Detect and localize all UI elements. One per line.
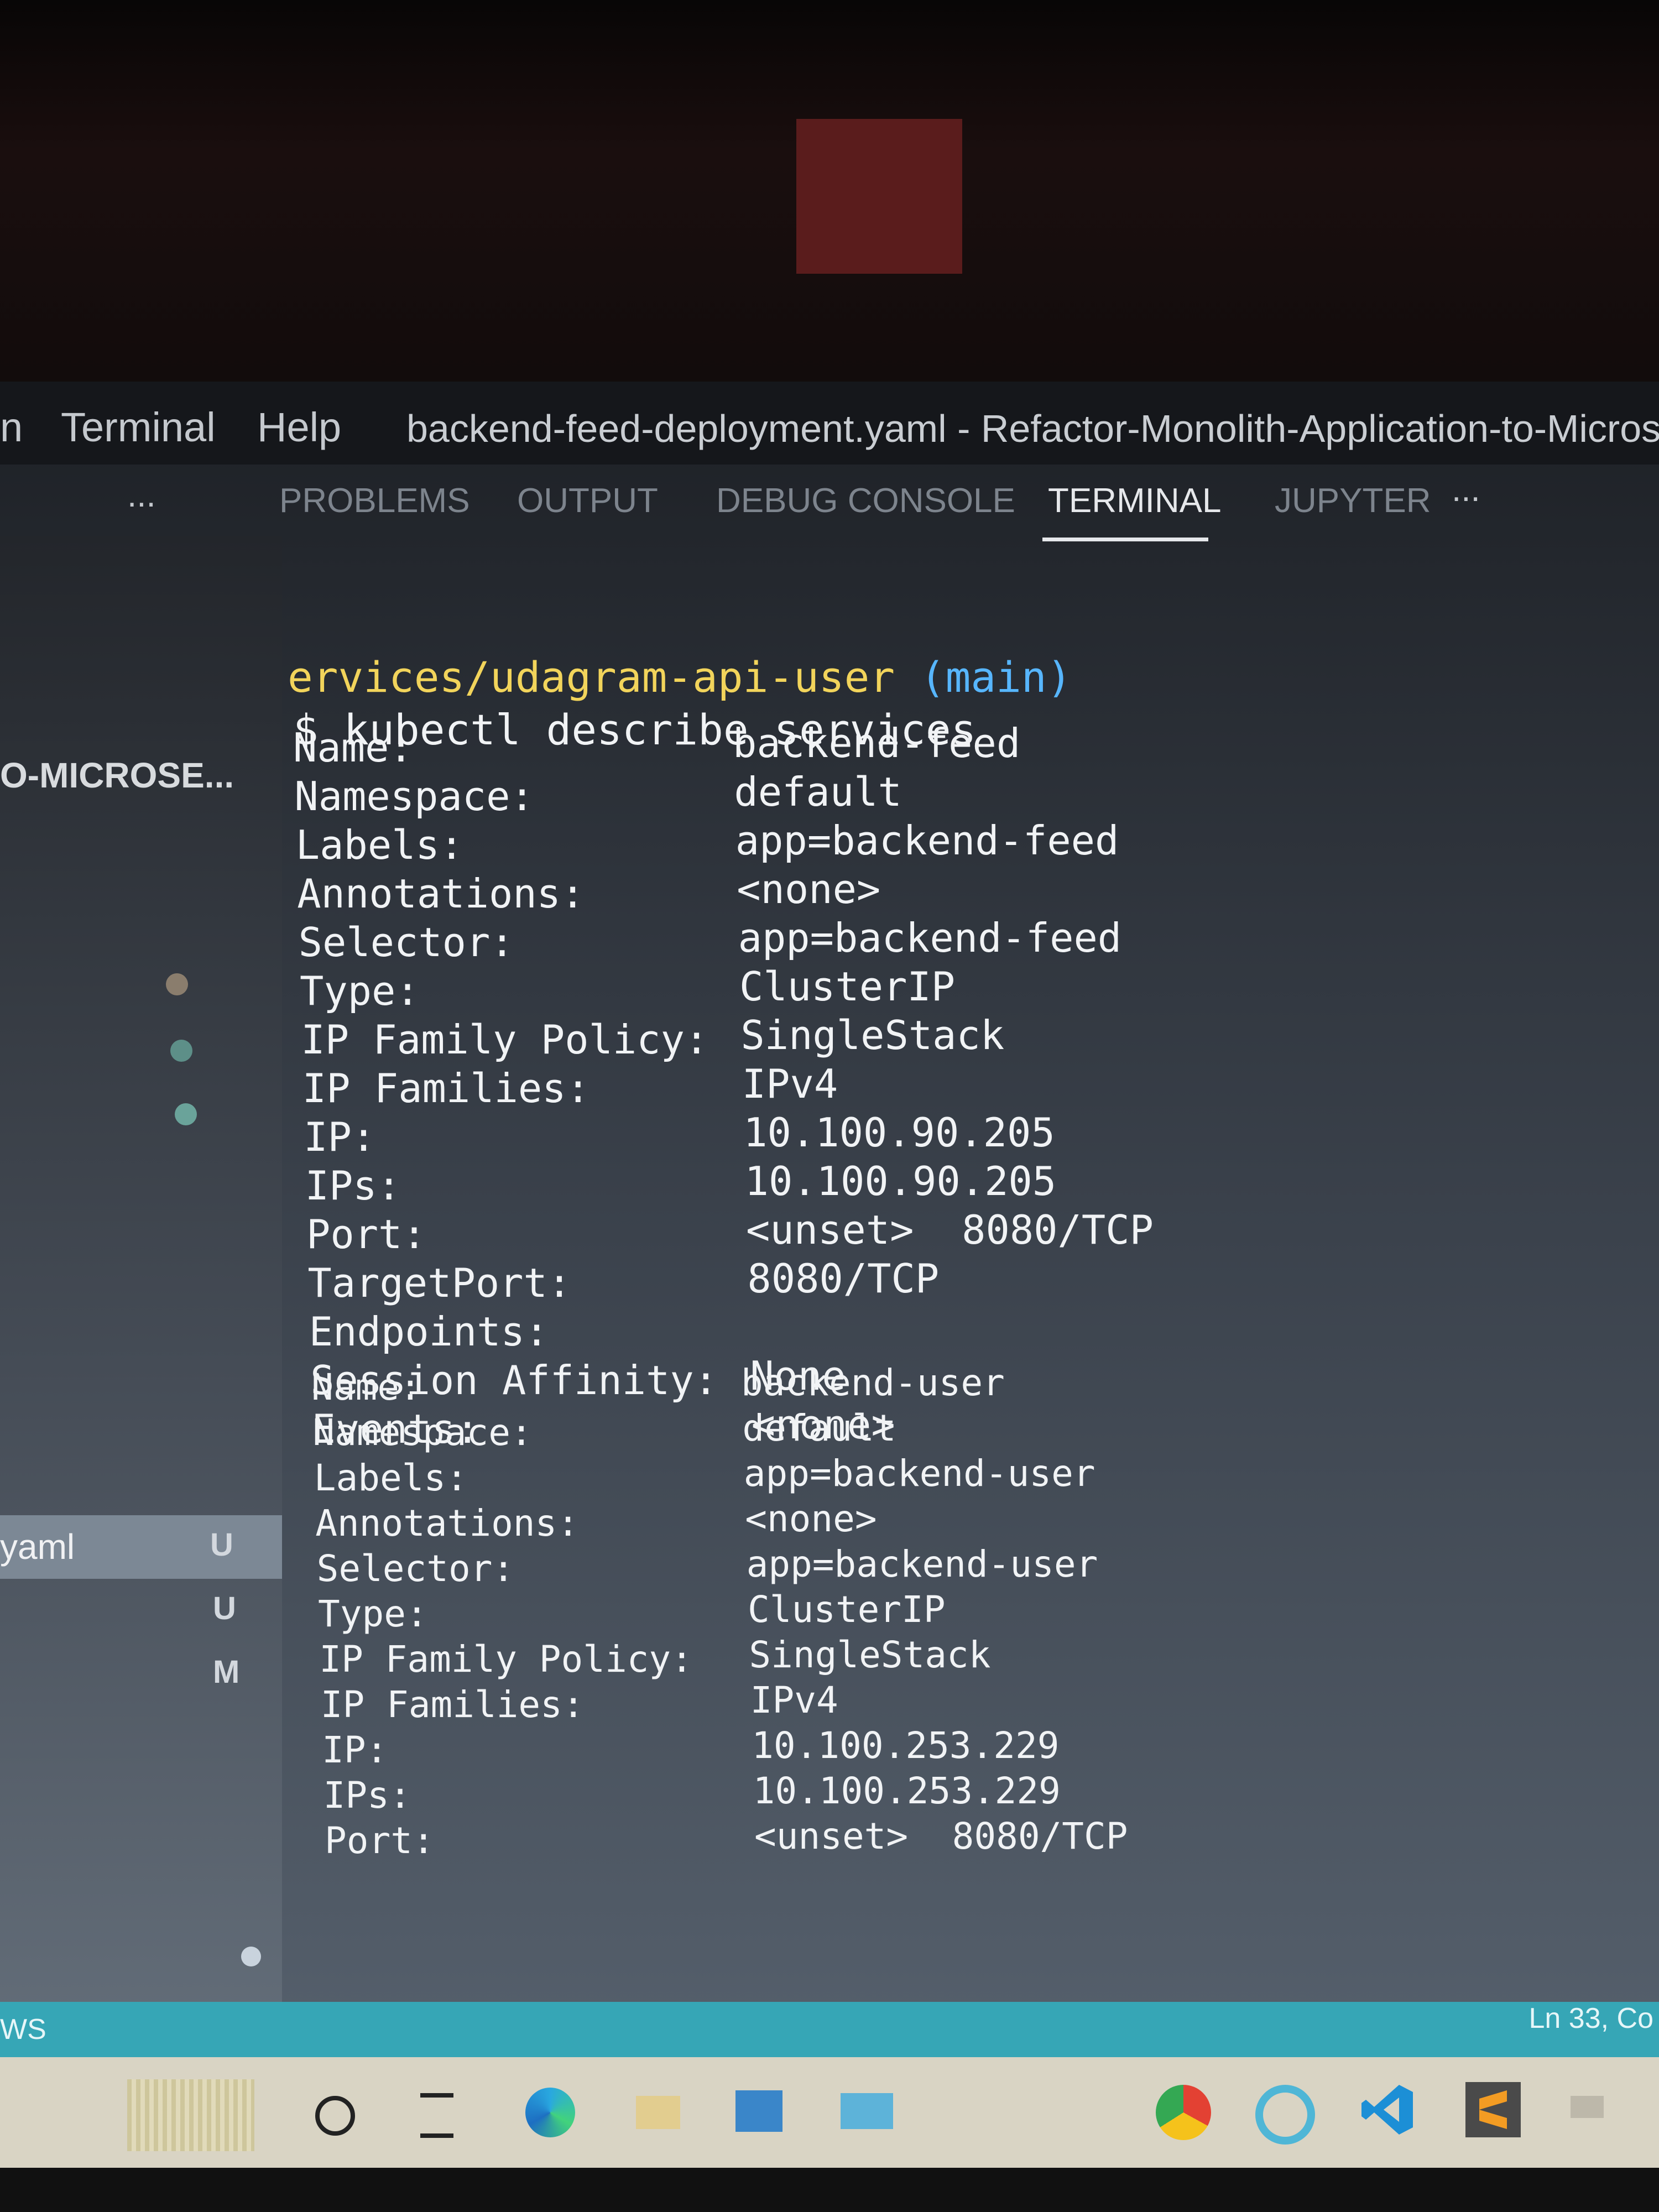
service-field-key: TargetPort: (307, 1260, 572, 1306)
service-field-value: <unset> 8080/TCP (754, 1815, 1128, 1858)
service-field-value: app=backend-feed (735, 817, 1119, 864)
panel-more-left-icon[interactable]: ... (127, 476, 156, 515)
service-field-key: Type: (300, 968, 420, 1014)
file-explorer-icon[interactable] (636, 2096, 680, 2129)
file-name: yaml (0, 1527, 75, 1567)
tab-debug-console[interactable]: DEBUG CONSOLE (716, 481, 1015, 520)
panel-tab-bar: ... PROBLEMS OUTPUT DEBUG CONSOLE TERMIN… (0, 465, 1659, 536)
edge-icon[interactable] (525, 2088, 575, 2137)
windows-taskbar (0, 2057, 1659, 2168)
service-field-key: Port: (306, 1211, 426, 1258)
service-field-key: IP: (322, 1729, 388, 1771)
service-field-value: IPv4 (750, 1679, 838, 1721)
service-field-key: Namespace: (312, 1411, 533, 1454)
service-field-value: 10.100.90.205 (743, 1109, 1055, 1156)
explorer-sidebar: O-MICROSE... yaml U U M (0, 536, 321, 2195)
git-status-dot (166, 973, 188, 995)
service-field-value: <none> (745, 1498, 877, 1540)
service-field-key: Selector: (316, 1547, 515, 1590)
service-field-key: Selector: (298, 919, 514, 966)
tab-terminal[interactable]: TERMINAL (1048, 481, 1221, 520)
tab-output[interactable]: OUTPUT (517, 481, 658, 520)
service-field-value: app=backend-user (743, 1452, 1095, 1495)
git-badge-untracked: U (210, 1527, 233, 1563)
menu-item-help[interactable]: Help (257, 404, 341, 451)
service-field-key: Annotations: (297, 870, 585, 917)
window-title: backend-feed-deployment.yaml - Refactor-… (406, 407, 1659, 450)
status-cursor-position[interactable]: Ln 33, Co (1529, 2002, 1654, 2035)
status-bar: WS Ln 33, Co (0, 2002, 1659, 2057)
service-field-key: IP Families: (320, 1683, 585, 1726)
service-field-value: SingleStack (749, 1634, 991, 1676)
photo-stage: n Terminal Help backend-feed-deployment.… (0, 0, 1659, 2212)
menu-bar: n Terminal Help backend-feed-deployment.… (0, 382, 1659, 465)
service-field-key: Annotations: (315, 1502, 580, 1545)
service-field-value: IPv4 (742, 1061, 838, 1107)
service-field-value: app=backend-feed (738, 915, 1122, 961)
service-field-key: Name: (311, 1366, 421, 1408)
sublime-icon[interactable] (1465, 2082, 1521, 2137)
service-field-value: backend-user (741, 1361, 1005, 1404)
menu-item-partial[interactable]: n (0, 404, 23, 451)
service-field-value: ClusterIP (739, 963, 956, 1010)
service-field-key: Namespace: (294, 773, 534, 820)
tab-jupyter[interactable]: JUPYTER (1275, 481, 1431, 520)
prompt-branch: (main) (920, 653, 1072, 702)
service-field-key: Port: (325, 1819, 435, 1862)
vscode-window: n Terminal Help backend-feed-deployment.… (0, 382, 1659, 2212)
overflow-icon[interactable] (1571, 2096, 1604, 2118)
service-field-key: IPs: (305, 1162, 401, 1209)
service-field-key: Labels: (295, 822, 464, 868)
service-field-value: SingleStack (740, 1012, 1005, 1058)
task-view-icon[interactable] (420, 2093, 453, 2138)
git-status-dot (170, 1040, 192, 1062)
vscode-icon[interactable] (1360, 2082, 1416, 2137)
monitor-bottom-bezel (0, 2168, 1659, 2212)
git-status-dot (241, 1947, 261, 1966)
service-field-value: 10.100.90.205 (744, 1158, 1057, 1204)
service-field-value: <none> (737, 866, 881, 912)
service-field-value: ClusterIP (748, 1588, 946, 1631)
service-field-key: IP: (304, 1114, 376, 1160)
service-field-key: IPs: (323, 1774, 411, 1817)
service-field-key: Name: (293, 724, 413, 771)
prompt-cwd: ervices/udagram-api-user (288, 653, 895, 702)
service-field-key: IP Family Policy: (319, 1638, 693, 1681)
terminal-prompt-path: ervices/udagram-api-user (main) (288, 653, 1072, 702)
menu-item-terminal[interactable]: Terminal (61, 404, 216, 451)
service-field-value: 10.100.253.229 (753, 1770, 1061, 1812)
status-left-text[interactable]: WS (0, 2013, 46, 2046)
service-field-key: Type: (318, 1593, 428, 1635)
terminal-output[interactable]: ervices/udagram-api-user (main) $ kubect… (288, 653, 1659, 2052)
service-field-value: 10.100.253.229 (752, 1724, 1060, 1767)
chrome-icon[interactable] (1156, 2085, 1211, 2140)
service-field-key: Endpoints: (309, 1308, 549, 1355)
git-status-dot (175, 1103, 197, 1125)
store-icon[interactable] (735, 2090, 782, 2132)
service-field-key: IP Family Policy: (301, 1016, 709, 1063)
service-field-value: <unset> 8080/TCP (746, 1207, 1154, 1253)
service-field-key: IP Families: (302, 1065, 590, 1112)
refresh-app-icon[interactable] (1255, 2085, 1315, 2145)
explorer-file-row-selected[interactable]: yaml (0, 1515, 282, 1579)
service-field-value: backend-feed (733, 720, 1021, 766)
service-field-value: app=backend-user (746, 1543, 1098, 1585)
mail-icon[interactable] (841, 2093, 893, 2129)
git-badge-untracked: U (213, 1590, 236, 1626)
service-field-value: default (734, 769, 902, 815)
monitor-top-area (0, 0, 1659, 382)
git-badge-modified: M (213, 1654, 240, 1690)
tab-problems[interactable]: PROBLEMS (279, 481, 470, 520)
service-field-value: default (742, 1407, 896, 1449)
search-circle-icon[interactable] (315, 2096, 355, 2136)
active-tab-underline (1042, 538, 1208, 541)
service-field-key: Labels: (314, 1457, 468, 1499)
panel-more-right-icon[interactable]: ... (1452, 470, 1480, 509)
service-field-value: 8080/TCP (747, 1255, 940, 1302)
widgets-icon[interactable] (127, 2079, 254, 2151)
explorer-heading[interactable]: O-MICROSE... (0, 755, 234, 796)
red-object (796, 119, 962, 274)
